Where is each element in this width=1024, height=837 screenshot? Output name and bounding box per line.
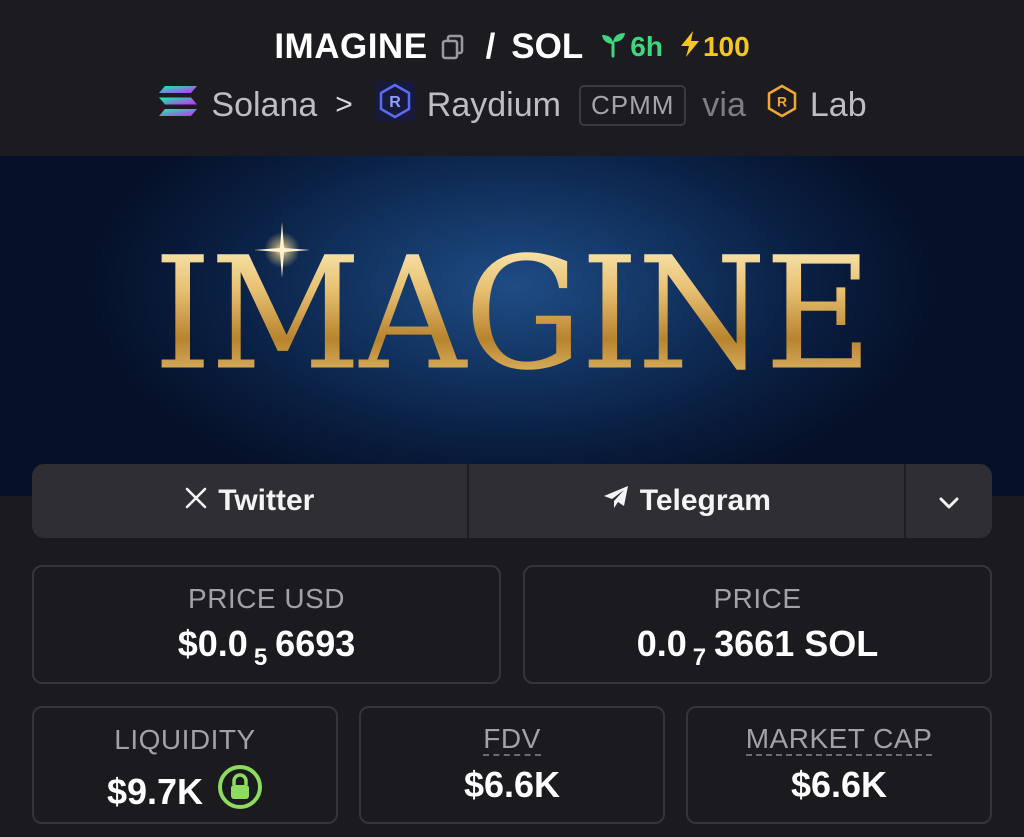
- fdv-value: $6.6K: [463, 764, 561, 805]
- price-native-zero-count: 7: [692, 644, 707, 671]
- chain-link[interactable]: Solana: [211, 86, 317, 125]
- price-native-label: PRICE: [713, 583, 802, 614]
- boost-count: 100: [702, 31, 750, 62]
- pair-title-row: IMAGINE / SOL 6h 100: [0, 24, 1024, 70]
- market-cap-label[interactable]: MARKET CAP: [745, 724, 933, 756]
- pair-age-badge: 6h: [599, 30, 663, 65]
- liquidity-label: LIQUIDITY: [114, 724, 256, 755]
- telegram-label: Telegram: [639, 484, 771, 517]
- seedling-icon: [599, 30, 627, 65]
- fdv-label[interactable]: FDV: [483, 724, 541, 756]
- price-native-prefix: 0.0: [636, 623, 687, 664]
- dex-link[interactable]: Raydium: [427, 86, 561, 125]
- social-links-bar: Twitter Telegram: [32, 464, 992, 538]
- lab-icon: R: [766, 84, 798, 127]
- twitter-label: Twitter: [218, 484, 315, 517]
- fdv-card: FDV $6.6K: [359, 706, 665, 824]
- liquidity-value: $9.7K: [107, 764, 263, 819]
- pair-slash: /: [485, 27, 496, 66]
- raydium-icon: R: [374, 80, 415, 130]
- boost-badge[interactable]: 100: [679, 30, 750, 65]
- svg-text:R: R: [389, 94, 401, 111]
- solana-icon: [157, 84, 199, 127]
- pair-header: IMAGINE / SOL 6h 100 Solana > R Raydium …: [0, 0, 1024, 156]
- lock-icon[interactable]: [217, 764, 263, 819]
- pair-age-text: 6h: [630, 31, 663, 62]
- telegram-icon: [602, 484, 630, 518]
- more-links-button[interactable]: [906, 464, 992, 538]
- price-usd-card: PRICE USD $0.0 5 6693: [32, 565, 501, 684]
- banner-wordmark: IMAGINE: [0, 230, 1024, 398]
- liquidity-card: LIQUIDITY $9.7K: [32, 706, 338, 824]
- pair-base-symbol: IMAGINE: [274, 27, 428, 66]
- svg-text:R: R: [777, 93, 787, 109]
- pair-quote-symbol: SOL: [511, 27, 584, 66]
- lightning-icon: [679, 30, 701, 65]
- chevron-down-icon: [938, 484, 960, 518]
- price-native-digits: 3661 SOL: [714, 623, 879, 664]
- launchpad-link[interactable]: Lab: [810, 86, 867, 125]
- price-usd-prefix: $0.0: [177, 623, 248, 664]
- price-native-value: 0.0 7 3661 SOL: [636, 623, 879, 671]
- token-banner: IMAGINE: [0, 156, 1024, 496]
- price-usd-digits: 6693: [275, 623, 356, 664]
- liquidity-amount: $9.7K: [106, 770, 204, 812]
- price-usd-label: PRICE USD: [188, 583, 345, 614]
- copy-icon[interactable]: [440, 34, 466, 60]
- price-usd-zero-count: 5: [253, 644, 268, 671]
- breadcrumb-chevron: >: [335, 88, 353, 121]
- pool-type-chip: CPMM: [578, 84, 687, 126]
- via-label: via: [702, 85, 746, 124]
- twitter-button[interactable]: Twitter: [32, 464, 469, 538]
- x-logo-icon: [184, 484, 208, 518]
- telegram-button[interactable]: Telegram: [469, 464, 907, 538]
- market-cap-value: $6.6K: [790, 764, 888, 805]
- price-native-card: PRICE 0.0 7 3661 SOL: [523, 565, 992, 684]
- price-usd-value: $0.0 5 6693: [177, 623, 356, 671]
- chain-breadcrumb: Solana > R Raydium CPMM via R Lab: [0, 78, 1024, 132]
- market-cap-card: MARKET CAP $6.6K: [686, 706, 992, 824]
